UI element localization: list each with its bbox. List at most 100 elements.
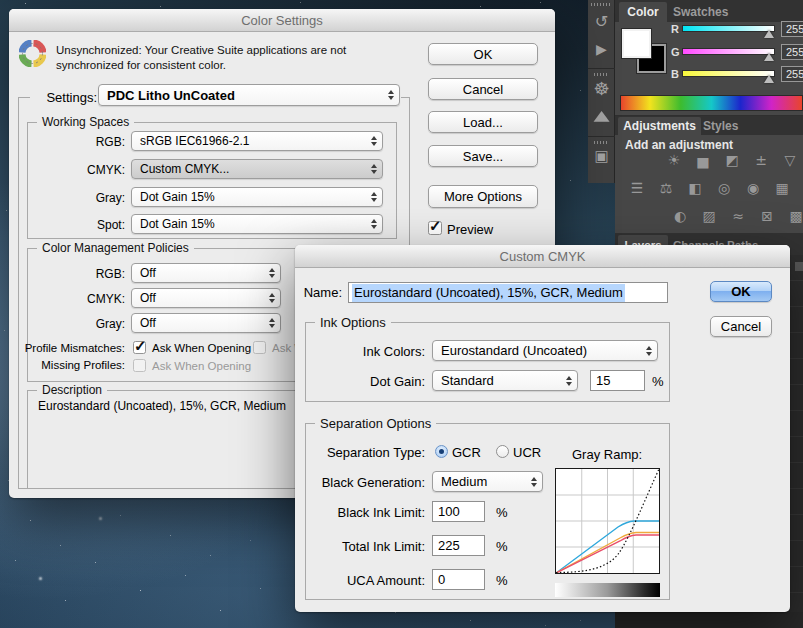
hue-saturation-icon[interactable]: ☰ <box>625 179 649 196</box>
dock-grip[interactable] <box>594 73 608 76</box>
cmp-gray-popup[interactable]: Off <box>131 313 281 333</box>
cmp-rgb-label: RGB: <box>29 267 125 281</box>
ws-spot-popup[interactable]: Dot Gain 15% <box>131 214 383 234</box>
gcr-label: GCR <box>452 445 481 460</box>
policies-legend: Color Management Policies <box>37 241 194 256</box>
preview-checkbox[interactable] <box>428 221 442 235</box>
black-ink-limit-field[interactable]: 100 <box>432 501 485 522</box>
missing-ask-checkbox[interactable] <box>133 359 146 372</box>
panel-dock-strip: ↺ ▶ ☸ ▲ ▣ <box>588 0 615 183</box>
channel-label-b: B <box>671 68 679 80</box>
green-slider-handle[interactable] <box>764 53 774 61</box>
ws-spot-label: Spot: <box>29 218 125 232</box>
dot-gain-amount-field[interactable]: 15 <box>590 370 645 391</box>
cmyk-ok-button[interactable]: OK <box>710 281 772 302</box>
dock-grip[interactable] <box>591 3 611 6</box>
dot-gain-popup[interactable]: Standard <box>432 370 578 391</box>
green-value-field[interactable]: 255 <box>781 44 803 60</box>
tab-swatches[interactable]: Swatches <box>673 2 728 22</box>
dock-grip[interactable] <box>594 141 608 144</box>
cmp-cmyk-popup[interactable]: Off <box>131 288 281 308</box>
black-generation-popup[interactable]: Medium <box>432 471 543 492</box>
name-field[interactable]: Eurostandard (Uncoated), 15%, GCR, Mediu… <box>348 282 668 303</box>
description-legend: Description <box>37 383 107 398</box>
channel-label-g: G <box>671 46 680 58</box>
threed-panel-icon[interactable]: ▣ <box>588 147 615 165</box>
color-balance-icon[interactable]: ⚖ <box>654 179 678 196</box>
dock-divider <box>588 136 615 137</box>
add-adjustment-label: Add an adjustment <box>625 138 733 152</box>
ws-rgb-popup[interactable]: sRGB IEC61966-2.1 <box>131 131 383 151</box>
brightness-contrast-icon[interactable]: ☀ <box>662 151 686 168</box>
actions-panel-icon[interactable]: ▶ <box>588 41 615 57</box>
popup-stepper-icon <box>531 477 537 487</box>
green-slider[interactable] <box>682 48 775 55</box>
invert-icon[interactable]: ◐ <box>668 207 692 224</box>
cmp-rgb-popup[interactable]: Off <box>131 263 281 283</box>
load-button[interactable]: Load... <box>428 111 538 133</box>
photo-filter-icon[interactable]: ◎ <box>712 179 736 196</box>
blue-slider[interactable] <box>682 70 775 77</box>
exposure-icon[interactable]: ± <box>749 151 773 168</box>
uca-amount-field[interactable]: 0 <box>432 569 485 590</box>
dot-gain-label: Dot Gain: <box>295 374 425 389</box>
foreground-color-swatch[interactable] <box>622 29 651 58</box>
total-ink-limit-field[interactable]: 225 <box>432 535 485 556</box>
blue-value-field[interactable]: 255 <box>781 66 803 82</box>
popup-stepper-icon <box>371 219 377 229</box>
selective-color-icon[interactable]: ▩ <box>784 207 803 224</box>
ucr-radio[interactable] <box>496 445 509 458</box>
settings-label: Settings: <box>21 90 97 105</box>
ws-gray-popup[interactable]: Dot Gain 15% <box>131 187 383 207</box>
popup-stepper-icon <box>646 346 652 356</box>
ink-colors-popup[interactable]: Eurostandard (Uncoated) <box>432 340 658 361</box>
tab-adjustments[interactable]: Adjustments <box>618 117 701 135</box>
name-field-selected-text: Eurostandard (Uncoated), 15%, GCR, Mediu… <box>352 284 625 302</box>
more-options-button[interactable]: More Options <box>428 185 538 208</box>
unsync-message: Unsynchronized: Your Creative Suite appl… <box>56 43 346 73</box>
ask-when-opening-checkbox[interactable] <box>133 341 146 354</box>
ink-options-legend: Ink Options <box>315 315 391 330</box>
threshold-icon[interactable]: ≈ <box>726 207 750 224</box>
custom-cmyk-titlebar[interactable]: Custom CMYK <box>295 245 790 268</box>
blue-slider-handle[interactable] <box>764 75 774 83</box>
red-slider-handle[interactable] <box>764 30 774 38</box>
channel-mixer-icon[interactable]: ◉ <box>741 179 765 196</box>
color-settings-title: Color Settings <box>241 13 323 28</box>
levels-icon[interactable]: ▅ <box>691 151 715 168</box>
cmyk-cancel-button[interactable]: Cancel <box>710 316 772 337</box>
color-settings-titlebar[interactable]: Color Settings <box>9 9 555 32</box>
gradient-map-icon[interactable]: ⊠ <box>755 207 779 224</box>
save-button[interactable]: Save... <box>428 145 538 167</box>
cancel-button[interactable]: Cancel <box>428 78 538 100</box>
settings-popup[interactable]: PDC Litho UnCoated <box>98 84 400 106</box>
curves-icon[interactable]: ◩ <box>720 151 744 168</box>
vibrance-icon[interactable]: ▽ <box>778 151 802 168</box>
tab-styles[interactable]: Styles <box>703 117 738 135</box>
history-panel-icon[interactable]: ↺ <box>588 12 615 31</box>
working-spaces-legend: Working Spaces <box>37 115 134 130</box>
name-label: Name: <box>300 285 342 300</box>
black-ink-limit-percent: % <box>496 505 508 520</box>
separation-type-label: Separation Type: <box>295 445 425 460</box>
black-white-icon[interactable]: ◧ <box>683 179 707 196</box>
popup-stepper-icon <box>269 293 275 303</box>
red-value-field[interactable]: 255 <box>781 21 803 37</box>
ok-button[interactable]: OK <box>428 43 538 65</box>
gcr-radio[interactable] <box>435 445 448 458</box>
tab-color[interactable]: Color <box>619 2 667 22</box>
ask-when-opening-label: Ask When Opening <box>152 342 251 354</box>
description-text: Eurostandard (Uncoated), 15%, GCR, Mediu… <box>38 399 286 413</box>
red-slider[interactable] <box>682 25 775 32</box>
spectrum-ramp[interactable] <box>620 95 803 111</box>
dot-gain-percent: % <box>652 374 664 389</box>
color-lookup-icon[interactable]: ▦ <box>770 179 794 196</box>
ws-cmyk-popup[interactable]: Custom CMYK... <box>131 159 383 179</box>
posterize-icon[interactable]: ▨ <box>697 207 721 224</box>
navigator-panel-icon[interactable]: ☸ <box>588 78 615 99</box>
gray-ramp-chart <box>555 468 660 574</box>
ask-when-pasting-checkbox[interactable] <box>253 341 266 354</box>
profile-mismatches-label: Profile Mismatches: <box>15 342 125 354</box>
layers-panel-thumb <box>795 262 803 271</box>
black-generation-label: Black Generation: <box>295 475 425 490</box>
